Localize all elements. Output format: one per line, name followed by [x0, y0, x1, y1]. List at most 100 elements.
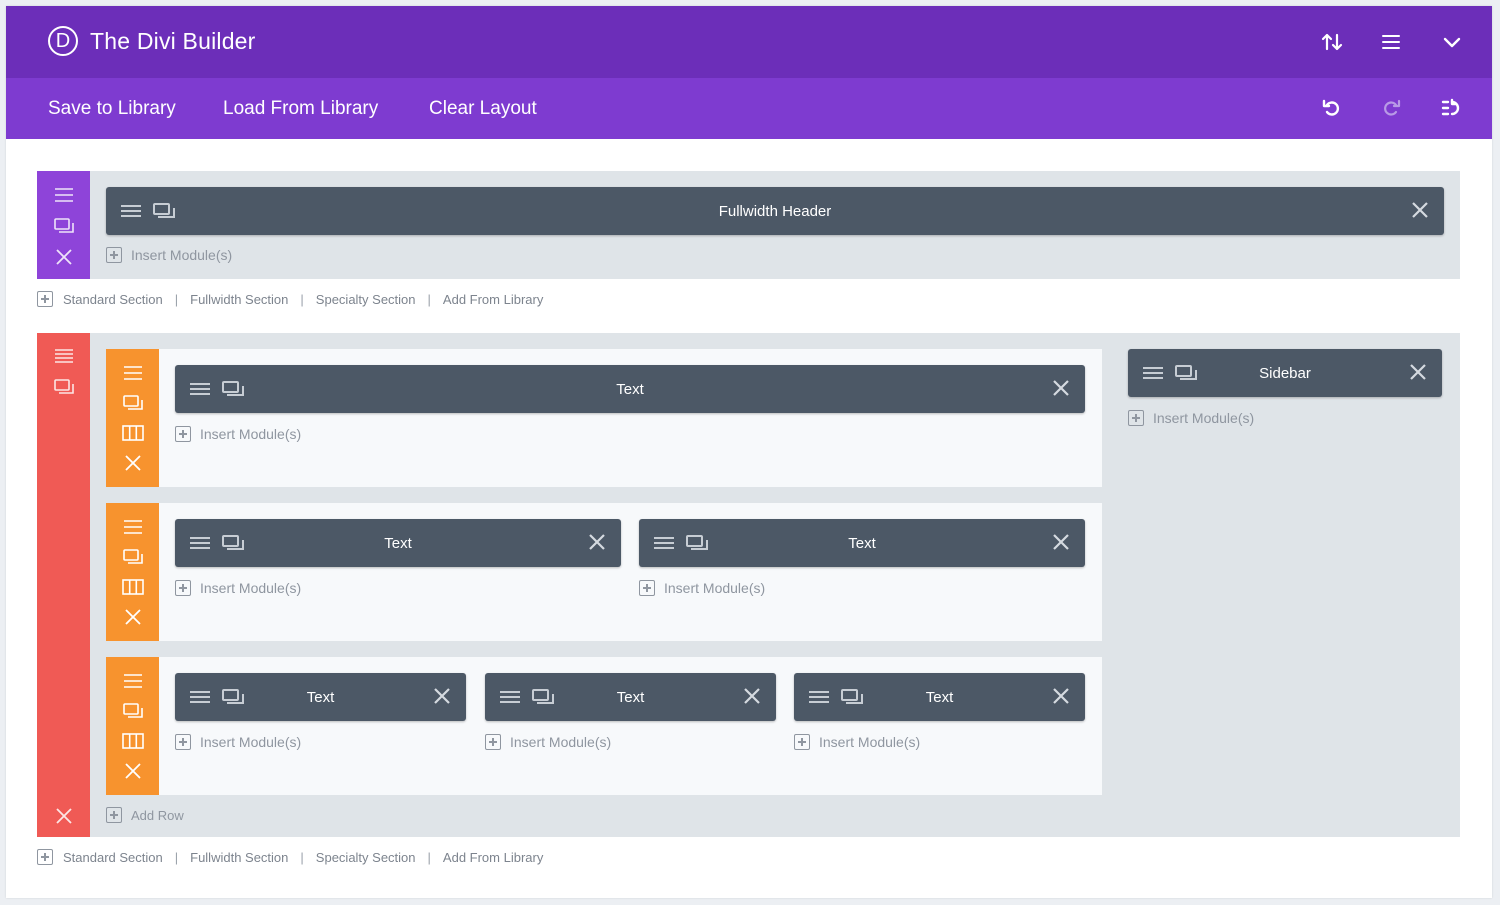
row-delete-icon[interactable]: [122, 760, 144, 782]
module-move-icon[interactable]: [1142, 362, 1164, 384]
module-move-icon[interactable]: [189, 378, 211, 400]
add-row-button[interactable]: Add Row: [106, 807, 184, 823]
row-settings-bar: [106, 657, 159, 795]
module-duplicate-icon[interactable]: [222, 532, 244, 554]
undo-icon[interactable]: [1321, 97, 1343, 119]
save-to-library-button[interactable]: Save to Library: [48, 98, 176, 120]
divi-logo: D: [48, 26, 78, 56]
section-move-icon[interactable]: [53, 184, 75, 206]
module-delete-icon[interactable]: [1051, 686, 1071, 706]
module-text[interactable]: Text: [175, 365, 1085, 413]
row-duplicate-icon[interactable]: [122, 392, 144, 414]
add-specialty-section-link[interactable]: Specialty Section: [316, 850, 416, 865]
plus-icon: [106, 247, 122, 263]
module-duplicate-icon[interactable]: [222, 378, 244, 400]
module-delete-icon[interactable]: [1051, 532, 1071, 552]
insert-module-button[interactable]: Insert Module(s): [175, 426, 301, 442]
plus-icon: [37, 849, 53, 865]
row-columns-icon[interactable]: [122, 730, 144, 752]
module-duplicate-icon[interactable]: [222, 686, 244, 708]
module-name: Text: [925, 688, 954, 706]
module-text[interactable]: Text: [485, 673, 776, 721]
add-fullwidth-section-link[interactable]: Fullwidth Section: [190, 850, 288, 865]
module-delete-icon[interactable]: [1408, 362, 1428, 382]
insert-module-button[interactable]: Insert Module(s): [1128, 410, 1254, 426]
module-text[interactable]: Text: [639, 519, 1085, 567]
module-duplicate-icon[interactable]: [153, 200, 175, 222]
section-duplicate-icon[interactable]: [53, 376, 75, 398]
module-duplicate-icon[interactable]: [686, 532, 708, 554]
clear-layout-button[interactable]: Clear Layout: [429, 98, 537, 120]
plus-icon: [37, 291, 53, 307]
load-from-library-button[interactable]: Load From Library: [223, 98, 378, 120]
module-move-icon[interactable]: [808, 686, 830, 708]
section-delete-icon[interactable]: [53, 246, 75, 268]
module-move-icon[interactable]: [653, 532, 675, 554]
row-delete-icon[interactable]: [122, 452, 144, 474]
section-settings-bar: [37, 171, 90, 279]
module-text[interactable]: Text: [794, 673, 1085, 721]
add-standard-section-link[interactable]: Standard Section: [63, 850, 163, 865]
hamburger-icon[interactable]: [1379, 30, 1403, 54]
add-from-library-link[interactable]: Add From Library: [443, 292, 543, 307]
row-columns-icon[interactable]: [122, 422, 144, 444]
chevron-down-icon[interactable]: [1440, 30, 1464, 54]
row: Text Insert Module(s) Text Insert Module…: [106, 503, 1102, 641]
row-settings-bar: [106, 503, 159, 641]
row-columns-icon[interactable]: [122, 576, 144, 598]
module-move-icon[interactable]: [189, 686, 211, 708]
section-duplicate-icon[interactable]: [53, 215, 75, 237]
plus-icon: [175, 426, 191, 442]
module-duplicate-icon[interactable]: [532, 686, 554, 708]
history-icon[interactable]: [1440, 97, 1462, 119]
sort-icon[interactable]: [1320, 30, 1344, 54]
insert-module-button[interactable]: Insert Module(s): [485, 734, 611, 750]
add-section-links: Standard Section | Fullwidth Section | S…: [37, 291, 543, 307]
redo-icon[interactable]: [1380, 97, 1402, 119]
row-move-icon[interactable]: [122, 516, 144, 538]
row-duplicate-icon[interactable]: [122, 700, 144, 722]
module-delete-icon[interactable]: [742, 686, 762, 706]
add-specialty-section-link[interactable]: Specialty Section: [316, 292, 416, 307]
module-name: Text: [616, 688, 645, 706]
module-move-icon[interactable]: [189, 532, 211, 554]
module-move-icon[interactable]: [120, 200, 142, 222]
module-sidebar[interactable]: Sidebar: [1128, 349, 1442, 397]
module-text[interactable]: Text: [175, 519, 621, 567]
plus-icon: [794, 734, 810, 750]
module-delete-icon[interactable]: [432, 686, 452, 706]
plus-icon: [485, 734, 501, 750]
row-move-icon[interactable]: [122, 670, 144, 692]
module-name: Fullwidth Header: [718, 202, 832, 220]
module-delete-icon[interactable]: [1051, 378, 1071, 398]
insert-module-button[interactable]: Insert Module(s): [175, 734, 301, 750]
module-move-icon[interactable]: [499, 686, 521, 708]
plus-icon: [175, 734, 191, 750]
row-duplicate-icon[interactable]: [122, 546, 144, 568]
section-delete-icon[interactable]: [53, 805, 75, 827]
plus-icon: [106, 807, 122, 823]
module-text[interactable]: Text: [175, 673, 466, 721]
plus-icon: [639, 580, 655, 596]
module-delete-icon[interactable]: [587, 532, 607, 552]
builder-toolbar: Save to Library Load From Library Clear …: [6, 78, 1492, 139]
insert-module-button[interactable]: Insert Module(s): [794, 734, 920, 750]
builder-frame: D The Divi Builder Save to Library Load …: [6, 6, 1492, 898]
insert-module-button[interactable]: Insert Module(s): [106, 247, 232, 263]
insert-module-button[interactable]: Insert Module(s): [175, 580, 301, 596]
row-delete-icon[interactable]: [122, 606, 144, 628]
add-fullwidth-section-link[interactable]: Fullwidth Section: [190, 292, 288, 307]
add-from-library-link[interactable]: Add From Library: [443, 850, 543, 865]
plus-icon: [1128, 410, 1144, 426]
module-duplicate-icon[interactable]: [1175, 362, 1197, 384]
builder-header: D The Divi Builder: [6, 6, 1492, 78]
insert-module-button[interactable]: Insert Module(s): [639, 580, 765, 596]
section-move-icon[interactable]: [53, 345, 75, 367]
module-fullwidth-header[interactable]: Fullwidth Header: [106, 187, 1444, 235]
module-delete-icon[interactable]: [1410, 200, 1430, 220]
app-title: The Divi Builder: [90, 28, 256, 54]
module-duplicate-icon[interactable]: [841, 686, 863, 708]
row-move-icon[interactable]: [122, 362, 144, 384]
fullwidth-section: Fullwidth Header Insert Module(s): [37, 171, 1460, 279]
add-standard-section-link[interactable]: Standard Section: [63, 292, 163, 307]
